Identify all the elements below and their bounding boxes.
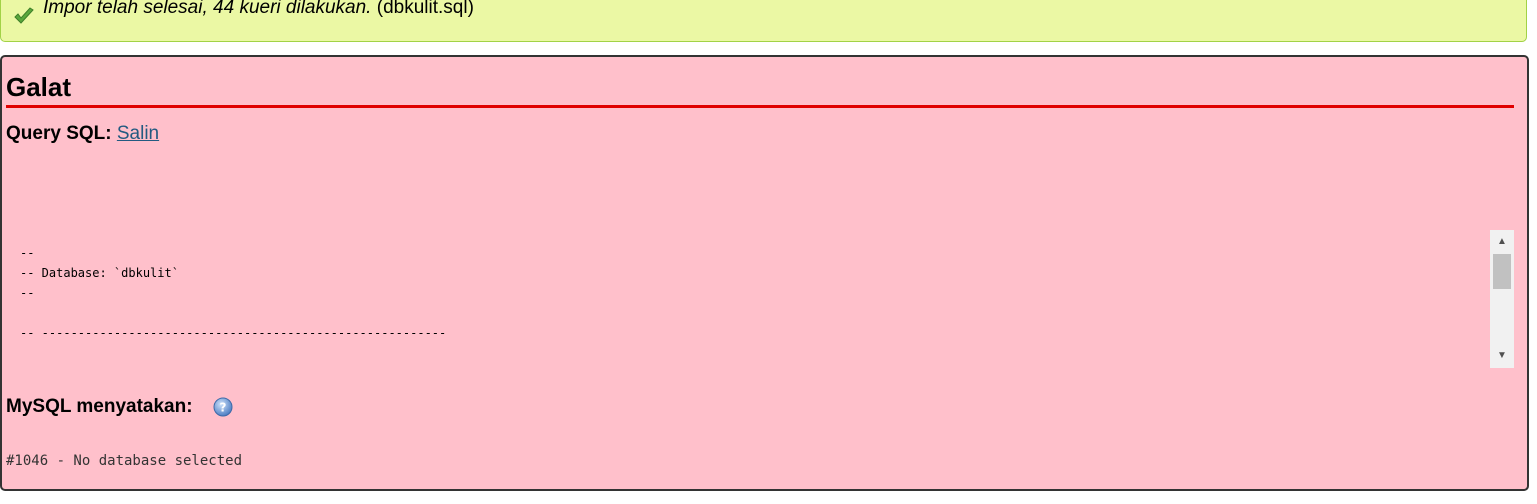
scroll-thumb[interactable]: [1493, 254, 1511, 289]
copy-link[interactable]: Salin: [117, 123, 159, 144]
mysql-says-label: MySQL menyatakan:: [6, 396, 193, 417]
error-title-divider: [6, 105, 1514, 108]
scroll-down-arrow-icon[interactable]: ▼: [1490, 347, 1514, 365]
error-panel: Galat Query SQL: Salin -- -- Database: `…: [0, 55, 1529, 491]
error-title: Galat: [6, 72, 72, 102]
help-icon[interactable]: ?: [213, 397, 233, 417]
success-message: Impor telah selesai, 44 kueri dilakukan.…: [43, 0, 474, 19]
success-message-bar: Impor telah selesai, 44 kueri dilakukan.…: [0, 0, 1527, 42]
sql-scrollbar[interactable]: ▲ ▼: [1490, 230, 1514, 368]
mysql-error-message: #1046 - No database selected: [6, 453, 243, 469]
query-sql-label: Query SQL:: [6, 123, 112, 144]
svg-text:?: ?: [220, 401, 227, 415]
sql-query-text: -- -- Database: `dbkulit` -- -- --------…: [20, 246, 447, 340]
imported-file-name: (dbkulit.sql): [376, 0, 474, 18]
checkmark-icon: [14, 7, 34, 24]
query-sql-row: Query SQL: Salin: [6, 123, 159, 145]
scroll-up-arrow-icon[interactable]: ▲: [1490, 233, 1514, 251]
success-message-text: Impor telah selesai, 44 kueri dilakukan.: [43, 0, 372, 18]
sql-query-box[interactable]: -- -- Database: `dbkulit` -- -- --------…: [6, 230, 1514, 368]
